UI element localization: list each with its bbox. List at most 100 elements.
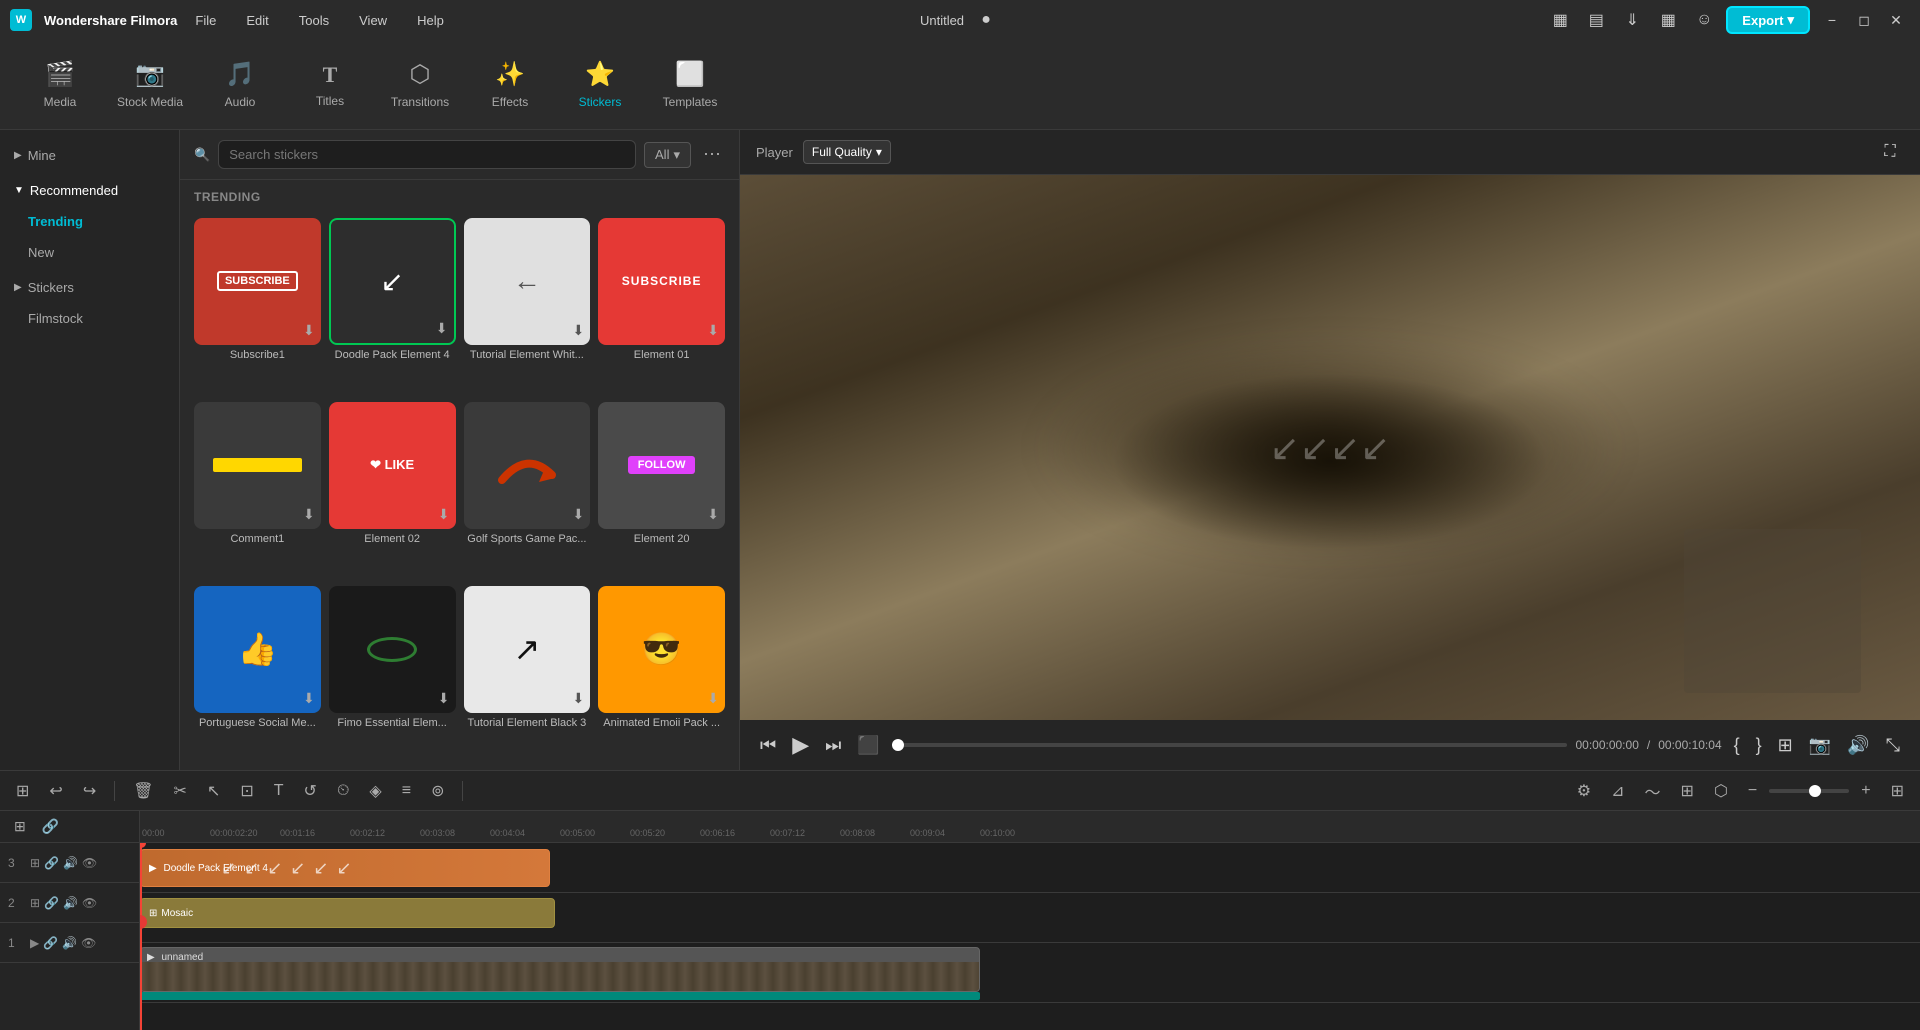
grid-icon[interactable]: ▤ bbox=[1582, 6, 1610, 34]
download-tutorial-icon[interactable]: ⬇ bbox=[573, 322, 585, 339]
download-comment1-icon[interactable]: ⬇ bbox=[303, 506, 315, 523]
close-button[interactable]: ✕ bbox=[1882, 6, 1910, 34]
zoom-slider[interactable] bbox=[1769, 789, 1849, 793]
track2-add-icon[interactable]: ⊞ bbox=[30, 896, 40, 910]
toolbar-media[interactable]: 🎬 Media bbox=[20, 49, 100, 121]
toolbar-stock-media[interactable]: 📷 Stock Media bbox=[110, 49, 190, 121]
sticker-fimo[interactable]: ⬇ Fimo Essential Elem... bbox=[329, 586, 456, 762]
fit-view-icon[interactable]: ⊞ bbox=[8, 814, 32, 839]
detect-icon[interactable]: ⬡ bbox=[1708, 777, 1734, 805]
settings-icon[interactable]: ⚙ bbox=[1571, 777, 1597, 805]
menu-help[interactable]: Help bbox=[411, 9, 450, 32]
link-icon[interactable]: 🔗 bbox=[36, 814, 65, 839]
play-button[interactable]: ▶ bbox=[788, 728, 813, 762]
track2-link-icon[interactable]: 🔗 bbox=[44, 896, 59, 910]
download-tut-black-icon[interactable]: ⬇ bbox=[573, 690, 585, 707]
crop-timeline-button[interactable]: ⊡ bbox=[234, 777, 259, 805]
download-element20-icon[interactable]: ⬇ bbox=[707, 506, 719, 523]
clip-mosaic[interactable]: ⊞ Mosaic bbox=[140, 898, 555, 928]
user-icon[interactable]: ☺ bbox=[1690, 6, 1718, 34]
progress-bar[interactable] bbox=[892, 743, 1568, 747]
split-screen-icon[interactable]: ⊞ bbox=[1675, 777, 1700, 805]
track3-eye-icon[interactable]: 👁 bbox=[82, 856, 97, 870]
stop-button[interactable]: ⬛ bbox=[853, 731, 883, 760]
project-status-icon[interactable]: ● bbox=[972, 6, 1000, 34]
split-button[interactable]: ✂ bbox=[168, 777, 193, 805]
more-controls-icon[interactable]: ⤡ bbox=[1882, 731, 1904, 760]
sticker-element02[interactable]: ❤ LIKE ⬇ Element 02 bbox=[329, 402, 456, 578]
download-portuguese-icon[interactable]: ⬇ bbox=[303, 690, 315, 707]
track3-link-icon[interactable]: 🔗 bbox=[44, 856, 59, 870]
text-button[interactable]: T bbox=[268, 778, 290, 804]
timeline-ruler[interactable]: 00:00 00:00:02:20 00:01:16 00:02:12 00:0… bbox=[140, 811, 1920, 843]
menu-file[interactable]: File bbox=[189, 9, 222, 32]
layout-icon[interactable]: ▦ bbox=[1546, 6, 1574, 34]
undo-button[interactable]: ↩ bbox=[43, 777, 68, 805]
snap-icon[interactable]: ⊿ bbox=[1605, 777, 1630, 805]
download-subscribe1-icon[interactable]: ⬇ bbox=[303, 322, 315, 339]
menu-tools[interactable]: Tools bbox=[293, 9, 335, 32]
sticker-element01[interactable]: SUBSCRIBE ⬇ Element 01 bbox=[598, 218, 725, 394]
toolbar-templates[interactable]: ⬜ Templates bbox=[650, 49, 730, 121]
preview-fullscreen-icon[interactable]: ⛶ bbox=[1876, 138, 1904, 166]
track1-add-icon[interactable]: ▶ bbox=[30, 936, 39, 950]
track3-volume-icon[interactable]: 🔊 bbox=[63, 856, 78, 870]
download-golf-icon[interactable]: ⬇ bbox=[573, 506, 585, 523]
mark-out-icon[interactable]: } bbox=[1752, 731, 1766, 760]
prev-frame-button[interactable]: ⏮ bbox=[756, 731, 780, 760]
clip-video[interactable]: ▶ unnamed bbox=[140, 947, 980, 992]
download-icon[interactable]: ⇓ bbox=[1618, 6, 1646, 34]
search-input[interactable] bbox=[218, 140, 636, 169]
filter-dropdown[interactable]: All ▾ bbox=[644, 142, 691, 168]
sidebar-item-new[interactable]: New bbox=[0, 237, 179, 268]
sticker-doodle[interactable]: ↙ ⬇ Doodle Pack Element 4 bbox=[329, 218, 456, 394]
sticker-subscribe1[interactable]: SUBSCRIBE ⬇ Subscribe1 bbox=[194, 218, 321, 394]
restore-button[interactable]: ◻ bbox=[1850, 6, 1878, 34]
track1-eye-icon[interactable]: 👁 bbox=[81, 936, 96, 950]
add-track-button[interactable]: ⊞ bbox=[10, 777, 35, 805]
track2-volume-icon[interactable]: 🔊 bbox=[63, 896, 78, 910]
playhead[interactable] bbox=[140, 843, 142, 1030]
sticker-golf[interactable]: ⬇ Golf Sports Game Pac... bbox=[464, 402, 591, 578]
sticker-tutorial-white[interactable]: ← ⬇ Tutorial Element Whit... bbox=[464, 218, 591, 394]
sidebar-header-recommended[interactable]: ▼ Recommended bbox=[0, 175, 179, 206]
track2-eye-icon[interactable]: 👁 bbox=[82, 896, 97, 910]
redo-button[interactable]: ↪ bbox=[77, 777, 102, 805]
toolbar-transitions[interactable]: ⬡ Transitions bbox=[380, 49, 460, 121]
mark-in-icon[interactable]: { bbox=[1730, 731, 1744, 760]
minimize-button[interactable]: − bbox=[1818, 6, 1846, 34]
waveform-icon[interactable]: 〜 bbox=[1639, 775, 1667, 807]
sticker-comment1[interactable]: ⬇ Comment1 bbox=[194, 402, 321, 578]
sticker-portuguese[interactable]: 👍 ⬇ Portuguese Social Me... bbox=[194, 586, 321, 762]
zoom-in-button[interactable]: + bbox=[1855, 778, 1876, 804]
download-element02-icon[interactable]: ⬇ bbox=[438, 506, 450, 523]
sidebar-header-mine[interactable]: ▶ Mine bbox=[0, 140, 179, 171]
timer-button[interactable]: ⏲ bbox=[331, 778, 355, 804]
mask-button[interactable]: ⊚ bbox=[425, 777, 450, 805]
sticker-element20[interactable]: FOLLOW ⬇ Element 20 Follow Element 20 bbox=[598, 402, 725, 578]
delete-button[interactable]: 🗑 bbox=[127, 777, 159, 805]
select-button[interactable]: ↖ bbox=[201, 777, 226, 805]
sidebar-item-trending[interactable]: Trending bbox=[0, 206, 179, 237]
toolbar-audio[interactable]: 🎵 Audio bbox=[200, 49, 280, 121]
clip-doodle[interactable]: ▶ Doodle Pack Element 4 ↙↙↙↙↙↙ bbox=[140, 849, 550, 887]
download-fimo-icon[interactable]: ⬇ bbox=[438, 690, 450, 707]
zoom-out-button[interactable]: − bbox=[1742, 778, 1763, 804]
apps-icon[interactable]: ▦ bbox=[1654, 6, 1682, 34]
crop-icon[interactable]: ⊞ bbox=[1774, 731, 1797, 760]
toolbar-titles[interactable]: T Titles bbox=[290, 49, 370, 121]
track3-add-icon[interactable]: ⊞ bbox=[30, 856, 40, 870]
track1-link-icon[interactable]: 🔗 bbox=[43, 936, 58, 950]
audio-btn[interactable]: ≡ bbox=[396, 778, 417, 804]
download-element01-icon[interactable]: ⬇ bbox=[707, 322, 719, 339]
snapshot-icon[interactable]: 📷 bbox=[1805, 731, 1835, 760]
menu-edit[interactable]: Edit bbox=[240, 9, 274, 32]
track1-volume-icon[interactable]: 🔊 bbox=[62, 936, 77, 950]
color-button[interactable]: ◈ bbox=[363, 777, 387, 805]
sticker-tut-black[interactable]: ↗ ⬇ Tutorial Element Black 3 bbox=[464, 586, 591, 762]
more-options-icon[interactable]: ⋯ bbox=[699, 140, 725, 169]
download-doodle-icon[interactable]: ⬇ bbox=[436, 320, 448, 337]
menu-view[interactable]: View bbox=[353, 9, 393, 32]
download-emoji-icon[interactable]: ⬇ bbox=[707, 690, 719, 707]
quality-select[interactable]: Full Quality ▾ bbox=[803, 140, 891, 164]
